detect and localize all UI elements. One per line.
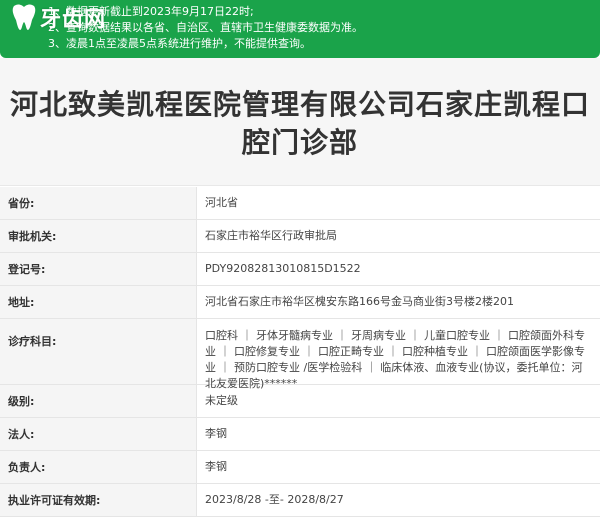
- row-value: 李钢: [205, 427, 227, 440]
- row-value: 李钢: [205, 460, 227, 473]
- title-section: 河北致美凯程医院管理有限公司石家庄凯程口腔门诊部: [0, 58, 600, 186]
- row-label: 诊疗科目:: [0, 319, 197, 384]
- row-label: 登记号:: [0, 253, 197, 285]
- row-person-in-charge: 负责人: 李钢: [0, 451, 600, 484]
- row-value: 河北省: [205, 196, 238, 209]
- notice-line-2: 2、查询数据结果以各省、自治区、直辖市卫生健康委数据为准。: [48, 21, 363, 34]
- tooth-logo-icon: [12, 4, 36, 31]
- row-label: 级别:: [0, 385, 197, 417]
- row-label: 审批机关:: [0, 220, 197, 252]
- label-text: 登记号:: [8, 263, 46, 276]
- label-text: 诊疗科目:: [8, 335, 57, 348]
- row-value: 2023/8/28 -至- 2028/8/27: [205, 493, 344, 506]
- row-label: 省份:: [0, 187, 197, 219]
- info-table: 省份: 河北省 审批机关: 石家庄市裕华区行政审批局 登记号: PDY92082…: [0, 187, 600, 517]
- row-value: 石家庄市裕华区行政审批局: [205, 229, 337, 242]
- row-label: 地址:: [0, 286, 197, 318]
- page-title: 河北致美凯程医院管理有限公司石家庄凯程口腔门诊部: [9, 88, 590, 159]
- notice-line-1: 1、数据更新截止到2023年9月17日22时;: [48, 5, 254, 18]
- label-text: 负责人:: [8, 461, 46, 474]
- label-text: 法人:: [8, 428, 35, 441]
- row-registration-no: 登记号: PDY92082813010815D1522: [0, 253, 600, 286]
- row-label: 负责人:: [0, 451, 197, 483]
- row-label: 执业许可证有效期:: [0, 484, 197, 516]
- row-treatment-subjects: 诊疗科目: 口腔科 ｜ 牙体牙髓病专业 ｜ 牙周病专业 ｜ 儿童口腔专业 ｜ 口…: [0, 319, 600, 390]
- row-value: 口腔科 ｜ 牙体牙髓病专业 ｜ 牙周病专业 ｜ 儿童口腔专业 ｜ 口腔颌面外科专…: [205, 329, 585, 390]
- label-text: 审批机关:: [8, 230, 57, 243]
- row-value: PDY92082813010815D1522: [205, 262, 361, 275]
- row-address: 地址: 河北省石家庄市裕华区槐安东路166号金马商业街3号楼2楼201: [0, 286, 600, 319]
- notice-banner: 牙齿网 1、数据更新截止到2023年9月17日22时; 2、查询数据结果以各省、…: [0, 0, 600, 58]
- label-text: 执业许可证有效期:: [8, 494, 101, 507]
- row-value: 河北省石家庄市裕华区槐安东路166号金马商业街3号楼2楼201: [205, 295, 514, 308]
- row-label: 法人:: [0, 418, 197, 450]
- label-text: 级别:: [8, 395, 35, 408]
- row-license-validity: 执业许可证有效期: 2023/8/28 -至- 2028/8/27: [0, 484, 600, 517]
- label-text: 地址:: [8, 296, 35, 309]
- row-province: 省份: 河北省: [0, 187, 600, 220]
- row-legal-person: 法人: 李钢: [0, 418, 600, 451]
- label-text: 省份:: [8, 197, 35, 210]
- row-level: 级别: 未定级: [0, 385, 600, 418]
- row-approval-authority: 审批机关: 石家庄市裕华区行政审批局: [0, 220, 600, 253]
- row-value: 未定级: [205, 394, 238, 407]
- notice-line-3: 3、凌晨1点至凌晨5点系统进行维护，不能提供查询。: [48, 37, 311, 50]
